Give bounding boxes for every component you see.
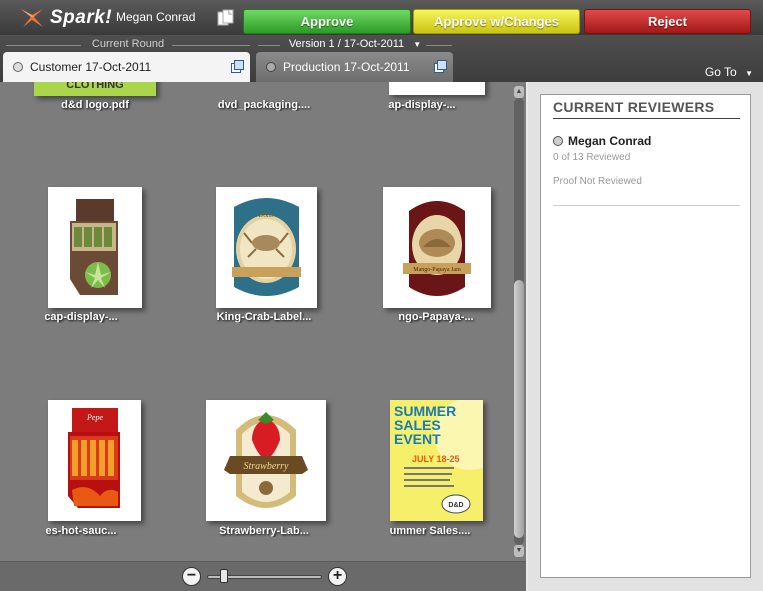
zoom-slider-handle[interactable] <box>219 569 228 583</box>
label-text: Strawberry <box>244 461 290 472</box>
spark-star-icon <box>21 9 43 27</box>
top-bar: Spark! Megan Conrad Approve Approve w/Ch… <box>0 0 763 35</box>
goto-label: Go To <box>704 65 737 79</box>
zoom-bar: − + <box>0 561 526 591</box>
file-thumbnail[interactable]: D&D <box>216 187 317 308</box>
reject-button[interactable]: Reject <box>584 9 751 34</box>
goto-menu[interactable]: Go To ▼ <box>705 65 753 79</box>
current-round-label: Current Round <box>91 38 165 50</box>
file-name: d&d logo.pdf <box>61 99 129 111</box>
file-name: cap-display-... <box>44 311 118 323</box>
spark-logo: Spark! <box>18 6 112 30</box>
chevron-down-icon: ▼ <box>413 40 422 49</box>
tab-label: Customer 17-Oct-2011 <box>30 60 152 74</box>
tab-customer-round[interactable]: Customer 17-Oct-2011 <box>3 52 250 82</box>
reviewed-count: 0 of 13 Reviewed <box>553 152 631 163</box>
approve-with-changes-button[interactable]: Approve w/Changes <box>413 9 580 34</box>
current-user-name: Megan Conrad <box>116 10 196 24</box>
scroll-down-arrow-icon[interactable]: ▼ <box>514 545 524 557</box>
vertical-scrollbar[interactable]: ▲ ▼ <box>512 82 526 561</box>
radio-icon <box>13 62 23 72</box>
summer-line3: EVENT <box>394 431 441 447</box>
file-name: King-Crab-Label... <box>216 311 312 323</box>
file-name: Strawberry-Lab... <box>219 525 309 537</box>
documents-icon[interactable] <box>217 9 235 27</box>
cap-display-image <box>48 187 142 308</box>
chevron-down-icon: ▼ <box>745 69 753 78</box>
radio-icon <box>266 62 276 72</box>
file-thumbnail[interactable]: CLOTHING <box>34 82 156 96</box>
logo-text: Spark! <box>50 7 113 28</box>
summer-brand: D&D <box>448 502 463 509</box>
scroll-thumb[interactable] <box>514 280 524 538</box>
tab-production-round[interactable]: Production 17-Oct-2011 <box>256 52 453 82</box>
file-thumbnail[interactable]: SUMMER SALES EVENT JULY 18-25 D&D <box>390 400 483 521</box>
version-label: Version 1 / 17-Oct-2011 <box>288 38 405 50</box>
clothing-logo-icon: CLOTHING <box>34 82 156 96</box>
file-name: ap-display-... <box>388 99 456 111</box>
file-thumbnail[interactable]: Mango-Papaya Jam <box>383 187 491 308</box>
reviewers-title: CURRENT REVIEWERS <box>553 99 715 115</box>
reviewer-status-icon <box>553 136 563 146</box>
tab-label: Production 17-Oct-2011 <box>283 60 410 74</box>
label-brand: D&D <box>258 211 274 219</box>
strawberry-label-image: Strawberry <box>206 400 326 521</box>
reviewers-box: CURRENT REVIEWERS Megan Conrad 0 of 13 R… <box>540 94 751 578</box>
hot-sauce-brand: Pepe <box>86 413 103 422</box>
reviewers-panel: CURRENT REVIEWERS Megan Conrad 0 of 13 R… <box>528 82 763 591</box>
proof-status: Proof Not Reviewed <box>553 176 642 187</box>
round-bar: Current Round Version 1 / 17-Oct-2011 ▼ … <box>0 35 763 82</box>
label-text: Mango-Papaya Jam <box>413 267 461 273</box>
clothing-text: CLOTHING <box>66 82 123 91</box>
summer-dates: JULY 18-25 <box>412 454 460 464</box>
file-name: dvd_packaging.... <box>217 99 311 111</box>
papaya-label-image: Mango-Papaya Jam <box>383 187 491 308</box>
summer-sales-image: SUMMER SALES EVENT JULY 18-25 D&D <box>390 400 483 521</box>
hot-sauce-display-image: Pepe <box>48 400 141 521</box>
current-round-header: Current Round <box>6 38 250 50</box>
approve-button[interactable]: Approve <box>243 9 411 34</box>
reviewer-name: Megan Conrad <box>568 134 652 148</box>
file-thumbnail[interactable]: Strawberry <box>206 400 326 521</box>
proof-app: Spark! Megan Conrad Approve Approve w/Ch… <box>0 0 763 591</box>
popout-icon[interactable] <box>231 60 244 73</box>
version-selector[interactable]: Version 1 / 17-Oct-2011 ▼ <box>258 38 452 50</box>
reviewer-item[interactable]: Megan Conrad <box>553 134 651 148</box>
file-grid: CLOTHING d&d logo.pdf dvd_packaging.... … <box>0 82 512 561</box>
file-thumbnail[interactable] <box>389 82 485 95</box>
zoom-in-button[interactable]: + <box>328 567 347 586</box>
zoom-out-button[interactable]: − <box>182 567 201 586</box>
file-thumbnail[interactable]: Pepe <box>48 400 141 521</box>
file-name: es-hot-sauc... <box>45 525 117 537</box>
crab-label-image: D&D <box>216 187 317 308</box>
file-name: ummer Sales.... <box>389 525 471 537</box>
divider <box>553 118 740 119</box>
file-name: ngo-Papaya-... <box>398 311 474 323</box>
file-thumbnail[interactable] <box>48 187 142 308</box>
scroll-up-arrow-icon[interactable]: ▲ <box>514 86 524 98</box>
popout-icon[interactable] <box>434 60 447 73</box>
divider <box>553 205 740 206</box>
